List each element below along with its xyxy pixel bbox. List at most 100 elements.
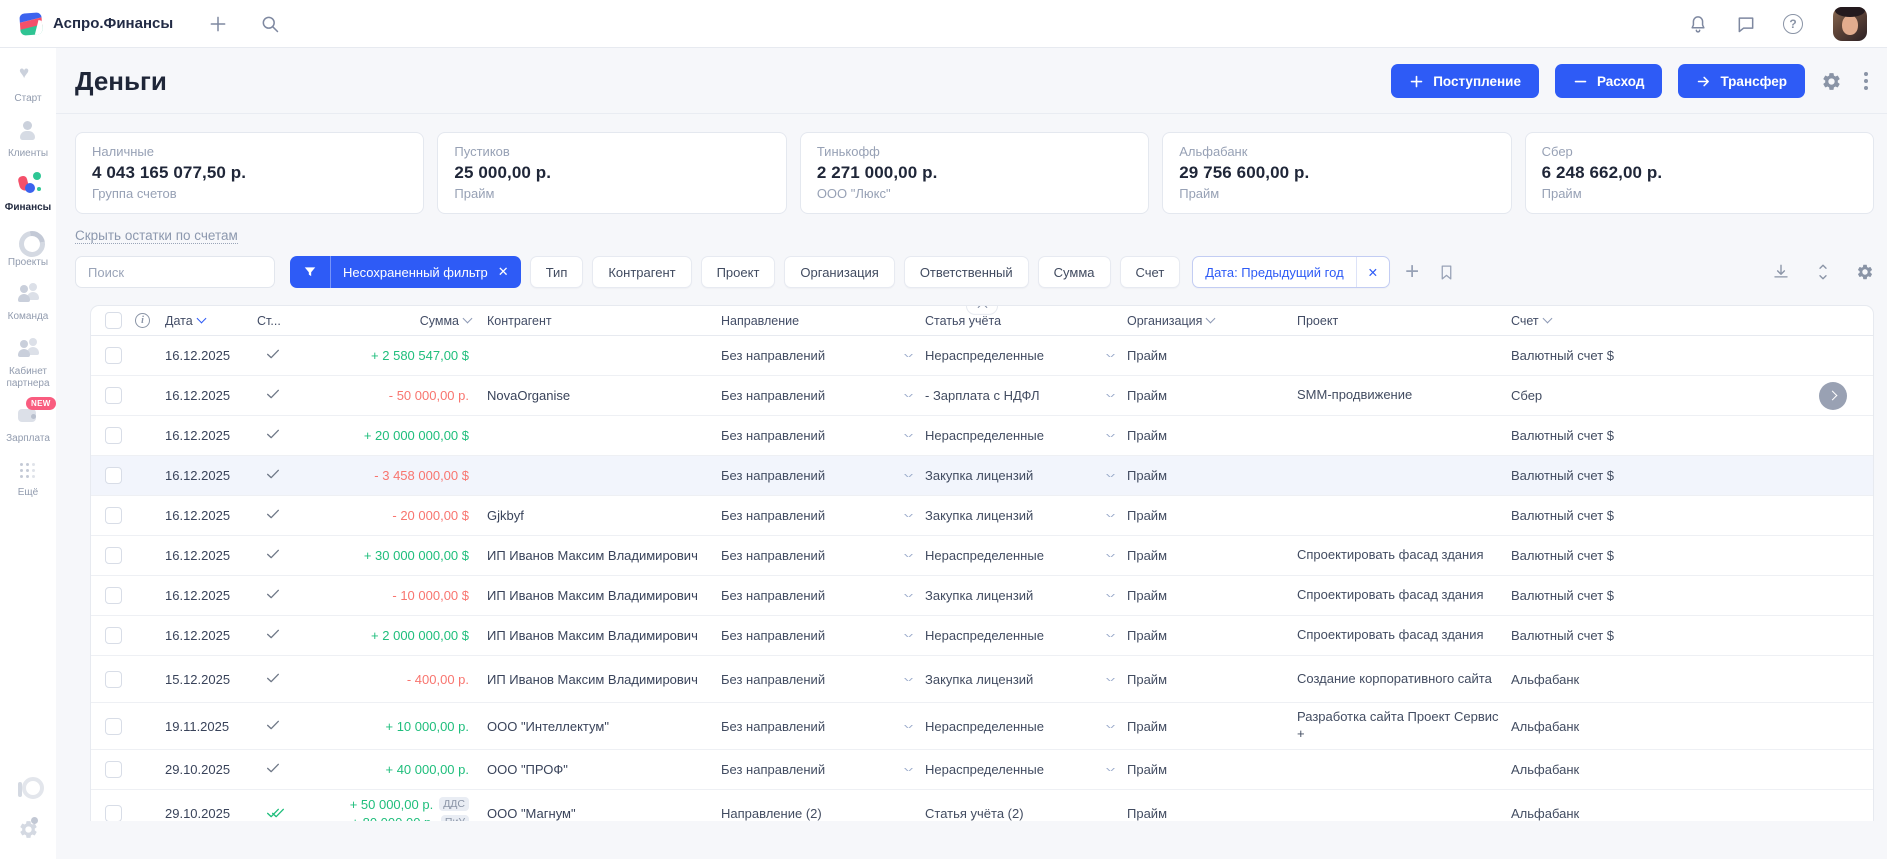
partner-program-icon[interactable] bbox=[18, 777, 38, 797]
date-filter-close-icon[interactable]: ✕ bbox=[1356, 257, 1389, 287]
hide-balances-link[interactable]: Скрыть остатки по счетам bbox=[75, 228, 238, 244]
row-checkbox[interactable] bbox=[105, 387, 122, 404]
row-checkbox[interactable] bbox=[105, 347, 122, 364]
row-checkbox[interactable] bbox=[105, 427, 122, 444]
table-settings-gear-icon[interactable] bbox=[1856, 263, 1874, 281]
filter-chip[interactable]: Тип bbox=[530, 256, 584, 288]
date-filter-chip[interactable]: Дата: Предыдущий год ✕ bbox=[1192, 256, 1390, 288]
table-row[interactable]: 16.12.2025- 50 000,00 р.NovaOrganiseБез … bbox=[91, 376, 1873, 416]
direction-dropdown-icon[interactable] bbox=[891, 474, 925, 477]
article-dropdown-icon[interactable] bbox=[1093, 725, 1127, 728]
table-row[interactable]: 15.12.2025- 400,00 р.ИП Иванов Максим Вл… bbox=[91, 656, 1873, 703]
sidebar-item[interactable]: Ещё bbox=[0, 458, 56, 500]
filter-chip[interactable]: Контрагент bbox=[592, 256, 691, 288]
sidebar-item[interactable]: Зарплата NEW bbox=[0, 404, 56, 446]
row-checkbox[interactable] bbox=[105, 718, 122, 735]
direction-dropdown-icon[interactable] bbox=[891, 768, 925, 771]
sidebar-item[interactable]: Финансы bbox=[0, 173, 56, 215]
direction-dropdown-icon[interactable] bbox=[891, 634, 925, 637]
row-checkbox[interactable] bbox=[105, 467, 122, 484]
direction-dropdown-icon[interactable] bbox=[891, 594, 925, 597]
row-checkbox[interactable] bbox=[105, 507, 122, 524]
article-dropdown-icon[interactable] bbox=[1093, 634, 1127, 637]
direction-dropdown-icon[interactable] bbox=[891, 434, 925, 437]
table-row[interactable]: 19.11.2025+ 10 000,00 р.ООО "Интеллектум… bbox=[91, 703, 1873, 750]
filter-chip[interactable]: Организация bbox=[784, 256, 894, 288]
search-icon[interactable] bbox=[259, 13, 281, 35]
row-checkbox[interactable] bbox=[105, 627, 122, 644]
row-checkbox[interactable] bbox=[105, 761, 122, 778]
open-row-chevron-button[interactable] bbox=[1819, 382, 1847, 410]
sidebar-item[interactable]: Старт bbox=[0, 64, 56, 106]
action-button[interactable]: Расход bbox=[1555, 64, 1662, 98]
filter-chip[interactable]: Счет bbox=[1120, 256, 1181, 288]
column-header-status[interactable]: Ст... bbox=[257, 314, 313, 328]
table-row[interactable]: 16.12.2025- 3 458 000,00 $Без направлени… bbox=[91, 456, 1873, 496]
article-dropdown-icon[interactable] bbox=[1093, 434, 1127, 437]
collapse-table-button[interactable] bbox=[966, 305, 998, 315]
column-header-article[interactable]: Статья учёта bbox=[925, 314, 1093, 328]
select-all-checkbox[interactable] bbox=[105, 312, 122, 329]
direction-dropdown-icon[interactable] bbox=[891, 678, 925, 681]
table-row[interactable]: 29.10.2025+ 50 000,00 р.ДДС+ 80 000,00 р… bbox=[91, 790, 1873, 821]
action-button[interactable]: Трансфер bbox=[1678, 64, 1805, 98]
direction-dropdown-icon[interactable] bbox=[891, 514, 925, 517]
account-card[interactable]: Альфабанк 29 756 600,00 р. Прайм bbox=[1162, 132, 1511, 214]
column-header-contragent[interactable]: Контрагент bbox=[471, 314, 721, 328]
column-header-amount[interactable]: Сумма bbox=[313, 314, 471, 328]
sidebar-item[interactable]: Клиенты bbox=[0, 119, 56, 161]
filter-funnel-icon[interactable] bbox=[290, 256, 331, 288]
user-avatar[interactable] bbox=[1833, 7, 1867, 41]
article-dropdown-icon[interactable] bbox=[1093, 394, 1127, 397]
column-header-account[interactable]: Счет bbox=[1511, 314, 1819, 328]
filter-chip[interactable]: Сумма bbox=[1038, 256, 1111, 288]
article-dropdown-icon[interactable] bbox=[1093, 554, 1127, 557]
account-card[interactable]: Наличные 4 043 165 077,50 р. Группа счет… bbox=[75, 132, 424, 214]
sidebar-settings-gear-icon[interactable] bbox=[18, 819, 39, 843]
money-settings-gear-icon[interactable] bbox=[1821, 71, 1842, 92]
column-header-project[interactable]: Проект bbox=[1297, 314, 1511, 328]
column-header-organization[interactable]: Организация bbox=[1127, 314, 1297, 328]
direction-dropdown-icon[interactable] bbox=[891, 725, 925, 728]
export-download-icon[interactable] bbox=[1772, 263, 1790, 281]
unsaved-filter-pill[interactable]: Несохраненный фильтр ✕ bbox=[290, 256, 521, 288]
table-row[interactable]: 16.12.2025+ 30 000 000,00 $ИП Иванов Мак… bbox=[91, 536, 1873, 576]
filter-chip[interactable]: Ответственный bbox=[904, 256, 1029, 288]
column-header-date[interactable]: Дата bbox=[165, 314, 257, 328]
account-card[interactable]: Тинькофф 2 271 000,00 р. ООО "Люкс" bbox=[800, 132, 1149, 214]
article-dropdown-icon[interactable] bbox=[1093, 594, 1127, 597]
info-icon[interactable] bbox=[135, 313, 150, 328]
sidebar-item[interactable]: Проекты bbox=[0, 228, 56, 270]
create-icon[interactable] bbox=[207, 13, 229, 35]
table-row[interactable]: 16.12.2025+ 20 000 000,00 $Без направлен… bbox=[91, 416, 1873, 456]
filter-chip[interactable]: Проект bbox=[701, 256, 776, 288]
table-row[interactable]: 16.12.2025+ 2 580 547,00 $Без направлени… bbox=[91, 336, 1873, 376]
table-row[interactable]: 16.12.2025- 10 000,00 $ИП Иванов Максим … bbox=[91, 576, 1873, 616]
article-dropdown-icon[interactable] bbox=[1093, 474, 1127, 477]
row-checkbox[interactable] bbox=[105, 671, 122, 688]
table-row[interactable]: 29.10.2025+ 40 000,00 р.ООО "ПРОФ"Без на… bbox=[91, 750, 1873, 790]
account-card[interactable]: Сбер 6 248 662,00 р. Прайм bbox=[1525, 132, 1874, 214]
direction-dropdown-icon[interactable] bbox=[891, 354, 925, 357]
messages-icon[interactable] bbox=[1735, 13, 1757, 35]
row-checkbox[interactable] bbox=[105, 587, 122, 604]
article-dropdown-icon[interactable] bbox=[1093, 678, 1127, 681]
sidebar-item[interactable]: Команда bbox=[0, 282, 56, 324]
row-checkbox[interactable] bbox=[105, 805, 122, 822]
table-row[interactable]: 16.12.2025+ 2 000 000,00 $ИП Иванов Макс… bbox=[91, 616, 1873, 656]
unsaved-filter-close-icon[interactable]: ✕ bbox=[496, 264, 521, 280]
article-dropdown-icon[interactable] bbox=[1093, 768, 1127, 771]
article-dropdown-icon[interactable] bbox=[1093, 514, 1127, 517]
notifications-bell-icon[interactable] bbox=[1687, 13, 1709, 35]
direction-dropdown-icon[interactable] bbox=[891, 394, 925, 397]
bookmark-icon[interactable] bbox=[1438, 263, 1455, 282]
help-icon[interactable] bbox=[1783, 14, 1803, 34]
expand-rows-icon[interactable] bbox=[1814, 263, 1832, 281]
article-dropdown-icon[interactable] bbox=[1093, 354, 1127, 357]
action-button[interactable]: Поступление bbox=[1391, 64, 1539, 98]
row-checkbox[interactable] bbox=[105, 547, 122, 564]
table-row[interactable]: 16.12.2025- 20 000,00 $GjkbyfБез направл… bbox=[91, 496, 1873, 536]
direction-dropdown-icon[interactable] bbox=[891, 554, 925, 557]
more-options-kebab-icon[interactable] bbox=[1864, 79, 1868, 83]
search-input[interactable] bbox=[75, 256, 275, 288]
